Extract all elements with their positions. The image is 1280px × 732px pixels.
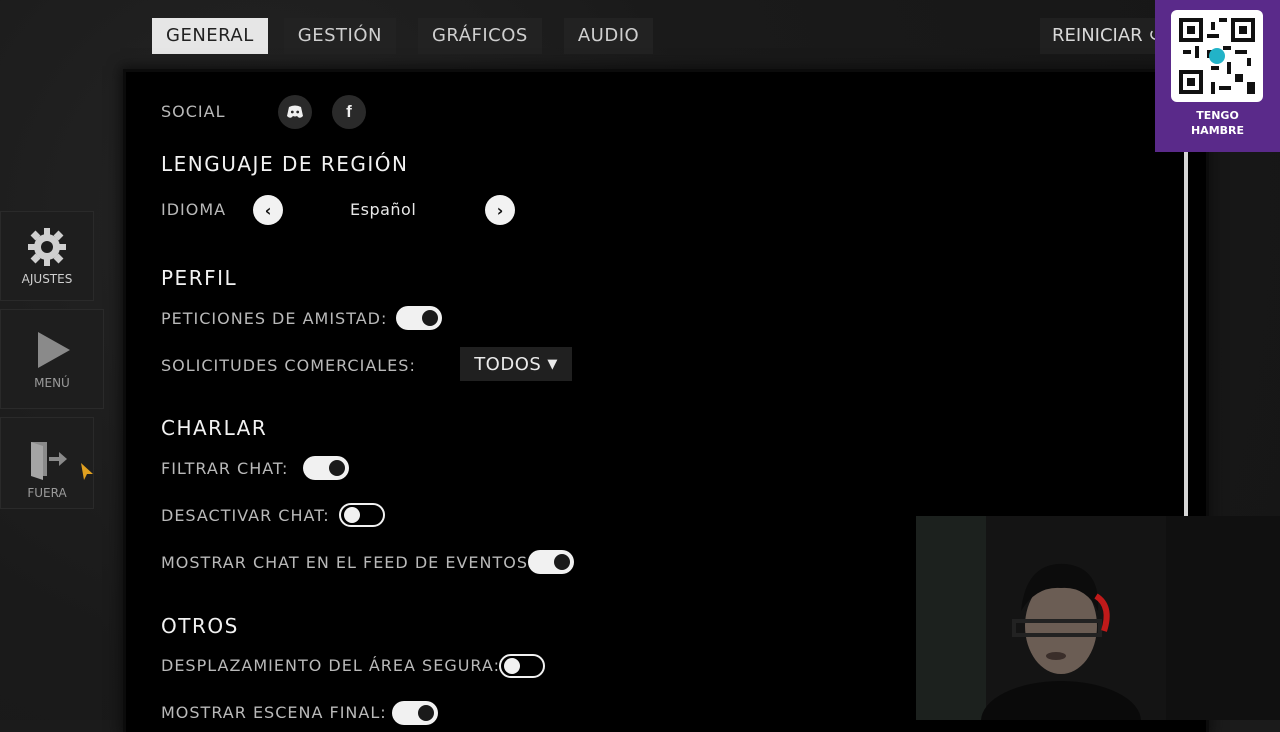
toggle-knob bbox=[422, 310, 438, 326]
qr-caption-line1: TENGO bbox=[1196, 109, 1239, 122]
language-value: Español bbox=[350, 200, 417, 219]
scrollbar[interactable] bbox=[1184, 145, 1188, 517]
webcam-overlay bbox=[916, 516, 1280, 720]
show-chat-feed-label: MOSTRAR CHAT EN EL FEED DE EVENTOS: bbox=[161, 553, 535, 572]
chevron-left-icon: ‹ bbox=[264, 200, 272, 220]
friend-requests-toggle[interactable] bbox=[396, 306, 442, 330]
safe-area-label: DESPLAZAMIENTO DEL ÁREA SEGURA: bbox=[161, 656, 500, 675]
sidebar-item-label: FUERA bbox=[27, 486, 67, 500]
show-chat-feed-toggle[interactable] bbox=[528, 550, 574, 574]
social-label: SOCIAL bbox=[161, 102, 226, 121]
chevron-right-icon: › bbox=[496, 200, 504, 220]
mouse-cursor-icon bbox=[81, 463, 93, 480]
friend-requests-label: PETICIONES DE AMISTAD: bbox=[161, 309, 388, 328]
toggle-knob bbox=[554, 554, 570, 570]
sidebar-item-label: MENÚ bbox=[34, 376, 70, 390]
facebook-button[interactable]: f bbox=[332, 95, 366, 129]
chat-title: CHARLAR bbox=[161, 416, 268, 440]
trade-requests-dropdown[interactable]: TODOS ▼ bbox=[460, 347, 572, 381]
tab-gestion[interactable]: GESTIÓN bbox=[283, 18, 396, 54]
tab-general[interactable]: GENERAL bbox=[152, 18, 268, 54]
filter-chat-toggle[interactable] bbox=[303, 456, 349, 480]
qr-code bbox=[1171, 10, 1263, 102]
end-scene-toggle[interactable] bbox=[392, 701, 438, 725]
qr-code-icon bbox=[1175, 14, 1259, 98]
safe-area-toggle[interactable] bbox=[499, 654, 545, 678]
toggle-knob bbox=[504, 658, 520, 674]
tab-graficos[interactable]: GRÁFICOS bbox=[417, 18, 542, 54]
facebook-icon: f bbox=[346, 102, 352, 121]
tab-audio[interactable]: AUDIO bbox=[563, 18, 654, 54]
sidebar-item-ajustes[interactable]: AJUSTES bbox=[0, 211, 94, 301]
toggle-knob bbox=[344, 507, 360, 523]
language-next-button[interactable]: › bbox=[485, 195, 515, 225]
profile-title: PERFIL bbox=[161, 266, 238, 290]
filter-chat-label: FILTRAR CHAT: bbox=[161, 459, 289, 478]
gear-icon bbox=[28, 228, 66, 266]
sidebar-item-label: AJUSTES bbox=[21, 272, 73, 286]
trade-requests-value: TODOS bbox=[474, 353, 542, 375]
disable-chat-label: DESACTIVAR CHAT: bbox=[161, 506, 330, 525]
disable-chat-toggle[interactable] bbox=[339, 503, 385, 527]
reset-label: REINICIAR bbox=[1052, 25, 1143, 46]
language-prev-button[interactable]: ‹ bbox=[253, 195, 283, 225]
discord-icon bbox=[287, 105, 303, 118]
end-scene-label: MOSTRAR ESCENA FINAL: bbox=[161, 703, 387, 722]
trade-requests-label: SOLICITUDES COMERCIALES: bbox=[161, 356, 416, 375]
webcam-image bbox=[916, 516, 1280, 720]
qr-caption-line2: HAMBRE bbox=[1190, 124, 1245, 137]
qr-caption: TENGO HAMBRE bbox=[1155, 108, 1280, 138]
toggle-knob bbox=[329, 460, 345, 476]
toggle-knob bbox=[418, 705, 434, 721]
discord-button[interactable] bbox=[278, 95, 312, 129]
sidebar-item-menu[interactable]: MENÚ bbox=[0, 309, 104, 409]
top-tab-bar: GENERAL GESTIÓN GRÁFICOS AUDIO bbox=[152, 18, 663, 54]
others-title: OTROS bbox=[161, 614, 239, 638]
caret-down-icon: ▼ bbox=[547, 356, 558, 372]
play-icon bbox=[38, 332, 70, 368]
region-title: LENGUAJE DE REGIÓN bbox=[161, 152, 409, 176]
language-label: IDIOMA bbox=[161, 200, 227, 219]
exit-door-icon bbox=[31, 442, 67, 480]
qr-overlay: TENGO HAMBRE bbox=[1155, 0, 1280, 152]
